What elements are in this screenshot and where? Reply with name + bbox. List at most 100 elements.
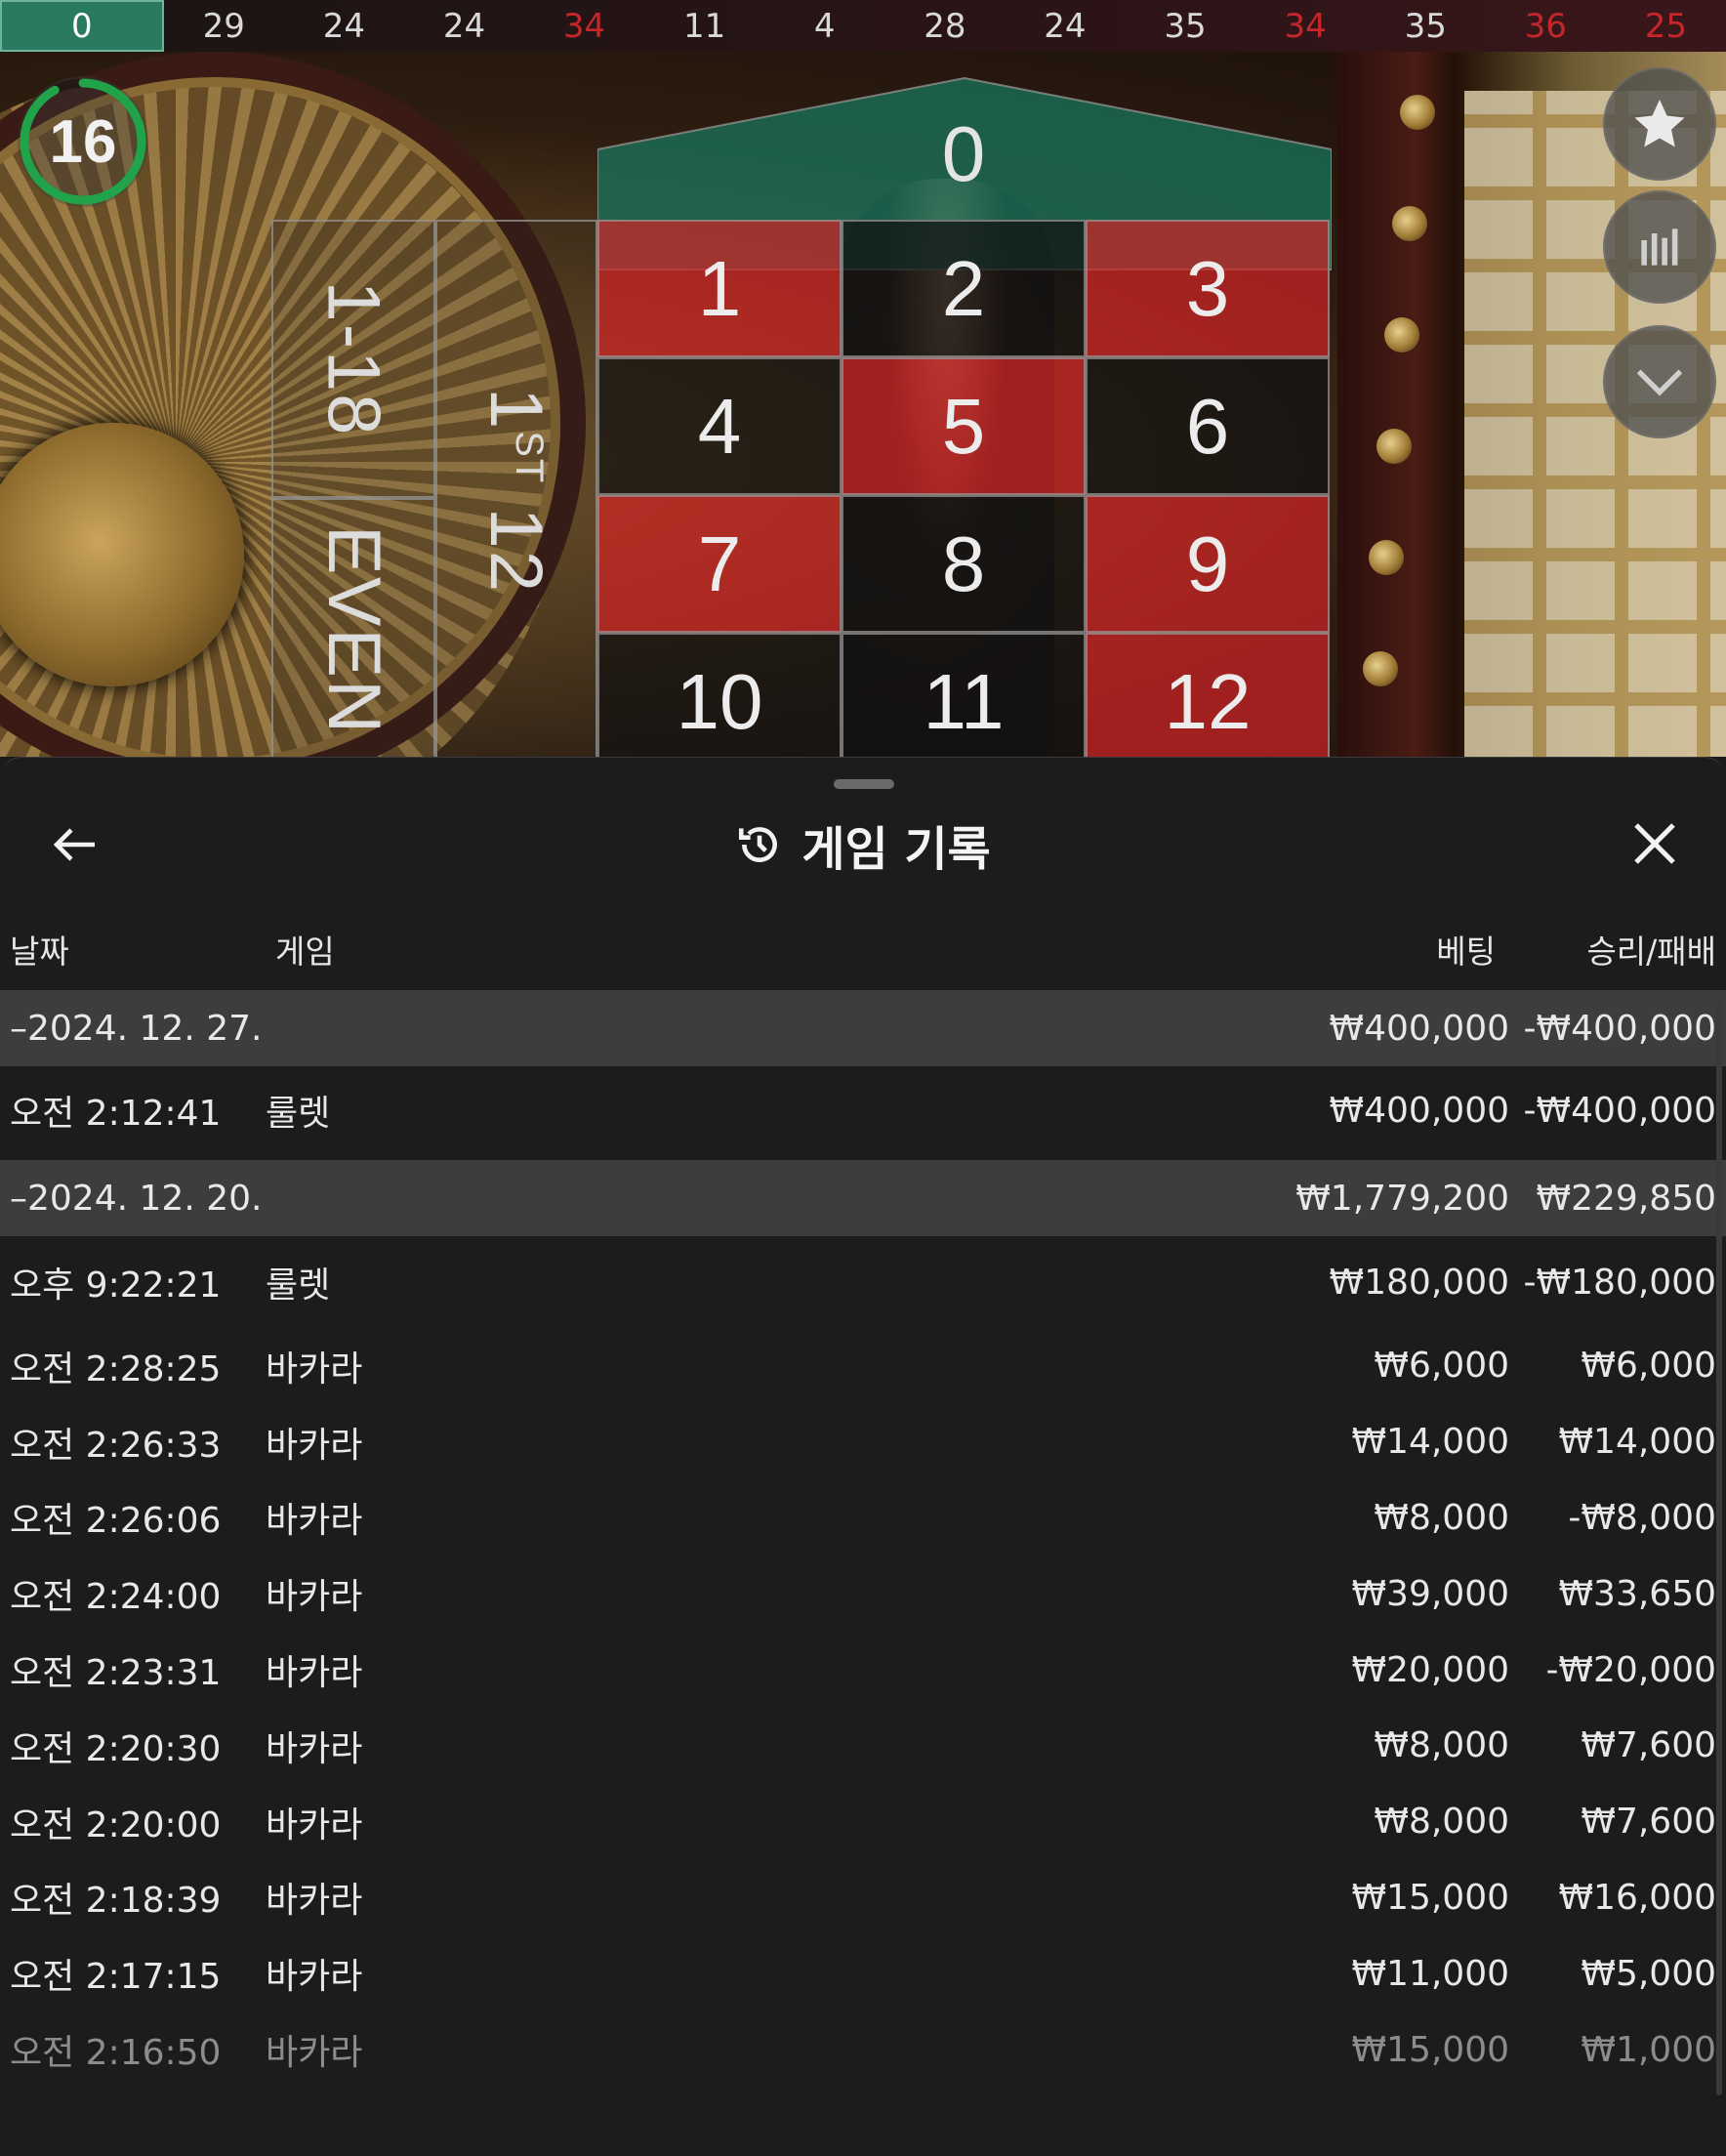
sheet-title: 게임 기록 (801, 822, 991, 877)
column-header-result: 승리/패배 (1586, 933, 1716, 971)
scrollbar[interactable] (1716, 1002, 1722, 2095)
history-row[interactable]: 오전 2:16:50 바카라 ₩15,000 ₩1,000 (0, 2011, 1726, 2088)
row-result: ₩7,600 (1581, 1725, 1716, 1766)
group-result-total: -₩400,000 (1523, 1008, 1716, 1049)
zero-label: 0 (941, 110, 986, 197)
number-bet-4[interactable]: 4 (597, 357, 842, 495)
history-row[interactable]: 오전 2:20:00 바카라 ₩8,000 ₩7,600 (0, 1784, 1726, 1860)
game-history-sheet: 게임 기록 날짜 게임 베팅 승리/패배 –2024. 12. 27. ₩400,… (0, 757, 1726, 2156)
low-bet-area[interactable]: 1-18 (271, 220, 435, 498)
history-number: 34 (1284, 6, 1327, 46)
row-game: 바카라 (266, 1577, 363, 1618)
favorite-button[interactable] (1603, 67, 1716, 181)
chevron-down-icon (1636, 369, 1683, 396)
row-time: 오전 2:26:06 (10, 1501, 222, 1542)
row-bet: ₩6,000 (1374, 1346, 1509, 1387)
row-time: 오전 2:18:39 (10, 1881, 222, 1922)
row-result: -₩180,000 (1523, 1262, 1716, 1303)
history-number: 34 (562, 6, 606, 46)
first-dozen-bet-area[interactable]: 1ST 12 (435, 220, 597, 757)
row-game: 바카라 (266, 1804, 363, 1845)
star-icon (1634, 100, 1685, 147)
row-time: 오전 2:16:50 (10, 2033, 222, 2074)
sheet-header: 게임 기록 (0, 810, 1726, 879)
history-number: 25 (1644, 6, 1688, 46)
row-result: ₩5,000 (1581, 1953, 1716, 1994)
even-bet-area[interactable]: EVEN (271, 498, 435, 757)
history-row[interactable]: 오전 2:28:25 바카라 ₩6,000 ₩6,000 (0, 1328, 1726, 1404)
row-game: 룰렛 (266, 1094, 331, 1134)
row-bet: ₩180,000 (1329, 1262, 1509, 1303)
row-time: 오후 9:22:21 (10, 1265, 222, 1306)
row-game: 룰렛 (266, 1265, 331, 1306)
row-result: ₩6,000 (1581, 1346, 1716, 1387)
row-time: 오전 2:20:00 (10, 1804, 222, 1845)
close-button[interactable] (1625, 814, 1684, 873)
row-time: 오전 2:24:00 (10, 1577, 222, 1618)
history-row[interactable]: 오전 2:18:39 바카라 ₩15,000 ₩16,000 (0, 1860, 1726, 1936)
even-bet-label: EVEN (311, 524, 395, 735)
number-bet-6[interactable]: 6 (1086, 357, 1330, 495)
history-number: 0 (0, 0, 164, 52)
number-bet-2[interactable]: 2 (842, 220, 1086, 357)
history-number: 24 (442, 6, 486, 46)
number-bet-3[interactable]: 3 (1086, 220, 1330, 357)
column-header-bet: 베팅 (1436, 933, 1496, 971)
row-game: 바카라 (266, 1728, 363, 1769)
number-bet-10[interactable]: 10 (597, 633, 842, 757)
statistics-button[interactable] (1603, 190, 1716, 304)
number-bet-12[interactable]: 12 (1086, 633, 1330, 757)
history-number: 24 (322, 6, 365, 46)
row-time: 오전 2:26:33 (10, 1425, 222, 1466)
date-group-row[interactable]: –2024. 12. 27. ₩400,000 -₩400,000 (0, 990, 1726, 1066)
row-bet: ₩14,000 (1351, 1422, 1509, 1463)
row-time: 오전 2:12:41 (10, 1094, 222, 1134)
column-header-game: 게임 (275, 933, 335, 971)
row-result: ₩33,650 (1558, 1573, 1716, 1614)
group-bet-total: ₩1,779,200 (1295, 1178, 1509, 1219)
row-game: 바카라 (266, 1881, 363, 1922)
history-row[interactable]: 오전 2:24:00 바카라 ₩39,000 ₩33,650 (0, 1555, 1726, 1632)
number-bet-11[interactable]: 11 (842, 633, 1086, 757)
history-row[interactable]: 오전 2:20:30 바카라 ₩8,000 ₩7,600 (0, 1708, 1726, 1784)
row-bet: ₩15,000 (1351, 2029, 1509, 2070)
live-game-view: 0 1 2 3 4 5 6 7 8 9 10 11 12 1-18 EVEN 1ST 12 16 (0, 52, 1726, 757)
history-number: 24 (1044, 6, 1087, 46)
close-icon (1634, 823, 1675, 864)
group-result-total: ₩229,850 (1536, 1178, 1716, 1219)
number-history-strip: 0 29 24 24 34 11 4 28 24 35 34 35 36 25 (0, 0, 1726, 52)
row-bet: ₩8,000 (1374, 1497, 1509, 1538)
dozen-prefix: 1 (474, 387, 558, 432)
row-time: 오전 2:28:25 (10, 1348, 222, 1389)
row-bet: ₩39,000 (1351, 1573, 1509, 1614)
number-bet-8[interactable]: 8 (842, 495, 1086, 633)
history-row[interactable]: 오후 9:22:21 룰렛 ₩180,000 -₩180,000 (0, 1236, 1726, 1328)
row-result: ₩1,000 (1581, 2029, 1716, 2070)
history-row[interactable]: 오전 2:12:41 룰렛 ₩400,000 -₩400,000 (0, 1066, 1726, 1154)
row-game: 바카라 (266, 1501, 363, 1542)
history-row[interactable]: 오전 2:26:33 바카라 ₩14,000 ₩14,000 (0, 1404, 1726, 1480)
number-bet-5[interactable]: 5 (842, 357, 1086, 495)
timer-seconds: 16 (49, 107, 117, 176)
group-date: –2024. 12. 27. (10, 1008, 263, 1049)
number-bet-9[interactable]: 9 (1086, 495, 1330, 633)
betting-board: 0 1 2 3 4 5 6 7 8 9 10 11 12 1-18 EVEN 1ST 12 (0, 52, 1726, 757)
number-bet-7[interactable]: 7 (597, 495, 842, 633)
history-row[interactable]: 오전 2:17:15 바카라 ₩11,000 ₩5,000 (0, 1935, 1726, 2011)
history-table: –2024. 12. 27. ₩400,000 -₩400,000 오전 2:12:4… (0, 990, 1726, 2088)
row-time: 오전 2:23:31 (10, 1653, 222, 1694)
history-number: 4 (813, 6, 836, 46)
date-group-row[interactable]: –2024. 12. 20. ₩1,779,200 ₩229,850 (0, 1160, 1726, 1236)
history-icon (739, 827, 778, 862)
sheet-drag-handle[interactable] (834, 779, 894, 789)
number-bet-1[interactable]: 1 (597, 220, 842, 357)
row-bet: ₩8,000 (1374, 1725, 1509, 1766)
history-row[interactable]: 오전 2:23:31 바카라 ₩20,000 -₩20,000 (0, 1632, 1726, 1708)
row-bet: ₩20,000 (1351, 1649, 1509, 1690)
row-result: -₩20,000 (1545, 1649, 1716, 1690)
row-time: 오전 2:20:30 (10, 1728, 222, 1769)
collapse-button[interactable] (1603, 325, 1716, 438)
round-timer: 16 (18, 76, 148, 207)
group-bet-total: ₩400,000 (1329, 1008, 1509, 1049)
history-row[interactable]: 오전 2:26:06 바카라 ₩8,000 -₩8,000 (0, 1480, 1726, 1556)
